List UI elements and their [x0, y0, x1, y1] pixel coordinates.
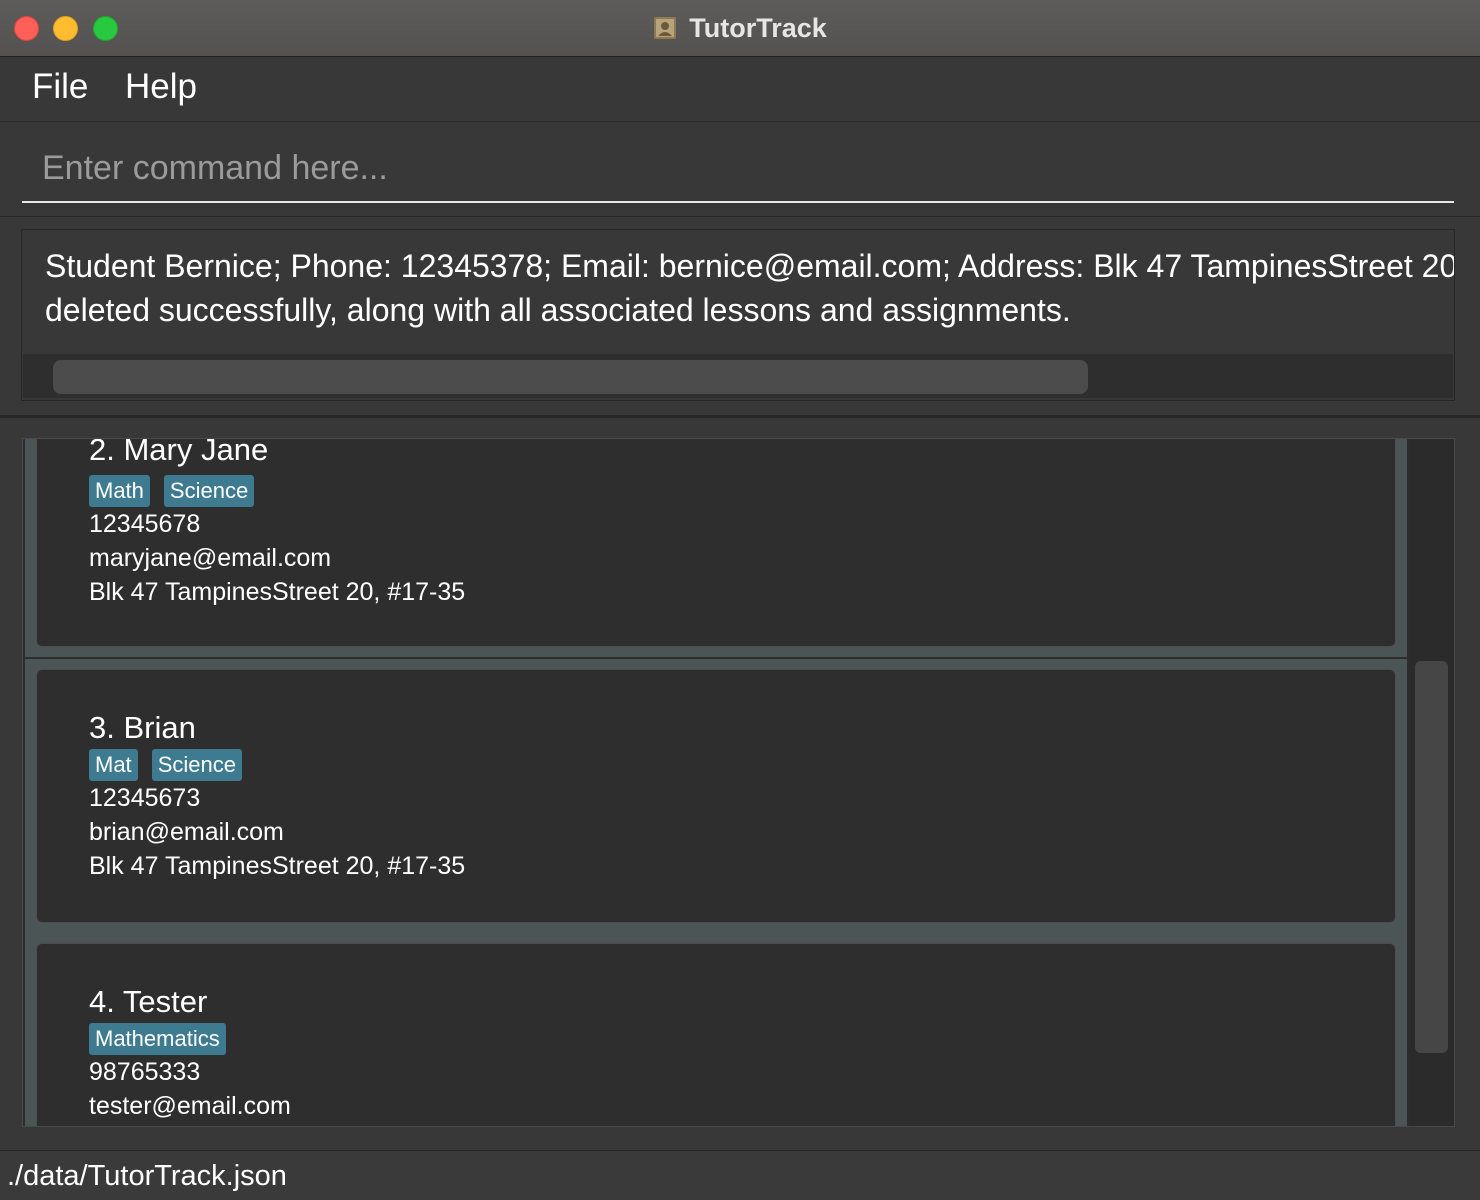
window-title-group: TutorTrack: [0, 0, 1480, 56]
student-address: Blk 47 TampinesStreet 20, #17-35: [89, 852, 466, 880]
student-phone: 98765333: [89, 1058, 201, 1086]
subject-tag: Science: [151, 749, 242, 781]
student-list-panel: 2. Mary Jane Math Science 12345678 maryj…: [22, 438, 1455, 1127]
result-display-area: Student Bernice; Phone: 12345378; Email:…: [0, 217, 1480, 418]
menu-help[interactable]: Help: [125, 67, 197, 107]
title-bar[interactable]: TutorTrack: [0, 0, 1480, 57]
student-email: brian@email.com: [89, 818, 284, 846]
student-list: 2. Mary Jane Math Science 12345678 maryj…: [23, 439, 1409, 1126]
list-item[interactable]: 3. Brian Mat Science 12345673 brian@emai…: [25, 659, 1407, 933]
student-card: 3. Brian Mat Science 12345673 brian@emai…: [36, 669, 1396, 923]
list-item[interactable]: 4. Tester Mathematics 98765333 tester@em…: [25, 933, 1407, 1126]
status-bar: ./data/TutorTrack.json: [0, 1150, 1480, 1200]
result-horizontal-scrollbar[interactable]: [23, 354, 1453, 398]
subject-tag: Math: [89, 475, 150, 507]
student-email: tester@email.com: [89, 1092, 291, 1120]
tag-list: Math Science: [89, 475, 255, 507]
command-input[interactable]: [22, 135, 1454, 201]
student-address: Blk 47 TampinesStreet 20, #17-35: [89, 578, 466, 606]
student-card: 2. Mary Jane Math Science 12345678 maryj…: [36, 439, 1396, 647]
app-window: TutorTrack File Help Student Bernice; Ph…: [0, 0, 1480, 1200]
tag-list: Mathematics: [89, 1023, 226, 1055]
contact-card-icon: [654, 17, 677, 39]
menu-file[interactable]: File: [32, 67, 88, 107]
student-phone: 12345678: [89, 510, 201, 538]
subject-tag: Mat: [89, 749, 138, 781]
student-phone: 12345673: [89, 784, 201, 812]
subject-tag: Mathematics: [89, 1023, 226, 1055]
list-scrollbar-thumb[interactable]: [1415, 661, 1448, 1053]
list-item[interactable]: 2. Mary Jane Math Science 12345678 maryj…: [25, 439, 1407, 657]
result-message: Student Bernice; Phone: 12345378; Email:…: [45, 248, 1454, 328]
subject-tag: Science: [163, 475, 255, 507]
student-card: 4. Tester Mathematics 98765333 tester@em…: [36, 943, 1396, 1126]
tag-list: Mat Science: [89, 749, 242, 781]
result-scrollbar-thumb[interactable]: [53, 360, 1088, 394]
menu-bar: File Help: [0, 57, 1480, 122]
result-display: Student Bernice; Phone: 12345378; Email:…: [21, 229, 1455, 401]
command-box: [22, 135, 1454, 203]
student-email: maryjane@email.com: [89, 544, 332, 572]
window-title: TutorTrack: [689, 12, 827, 43]
save-file-path: ./data/TutorTrack.json: [7, 1160, 287, 1192]
student-name: 4. Tester: [89, 984, 208, 1019]
list-vertical-scrollbar[interactable]: [1409, 439, 1454, 1126]
student-name: 3. Brian: [89, 710, 196, 745]
student-name: 2. Mary Jane: [89, 439, 269, 467]
command-box-area: [0, 122, 1480, 217]
